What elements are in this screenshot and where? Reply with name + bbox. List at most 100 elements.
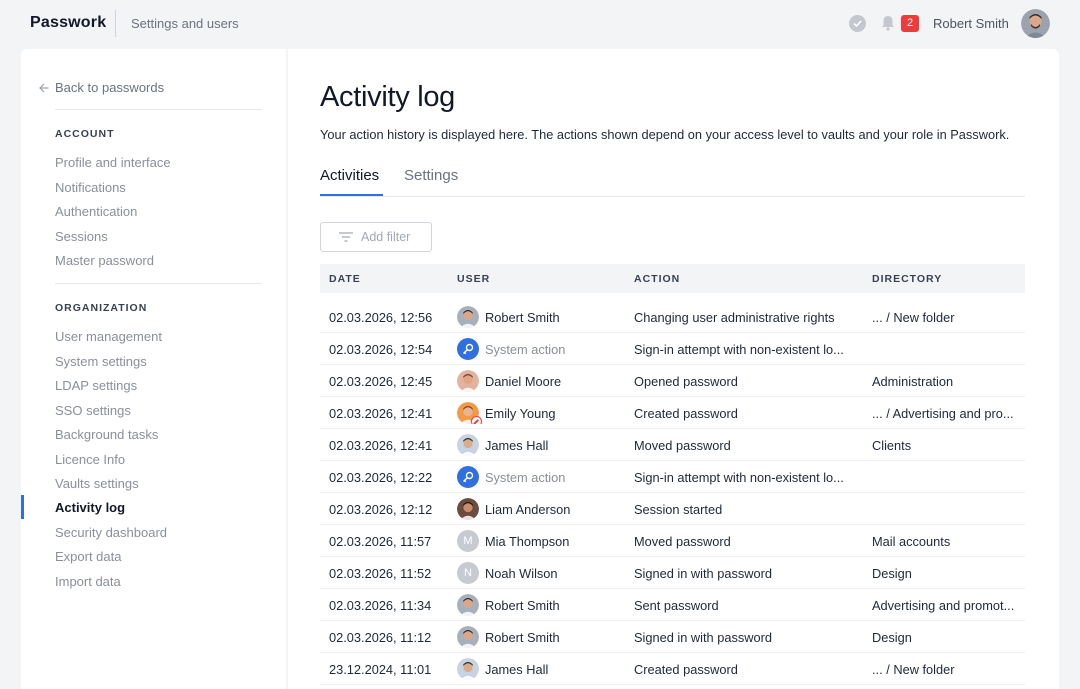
add-filter-label: Add filter [361, 230, 411, 244]
table-header: DATE USER ACTION DIRECTORY [320, 264, 1025, 293]
cell-user[interactable]: Emily Young [457, 402, 627, 424]
column-header-user[interactable]: USER [457, 273, 490, 285]
avatar [457, 306, 479, 328]
cell-user[interactable]: System action [457, 338, 627, 360]
sidebar-divider [55, 283, 262, 284]
user-name: Robert Smith [485, 629, 560, 645]
sidebar-item-authentication[interactable]: Authentication [55, 204, 137, 219]
tab-settings[interactable]: Settings [404, 167, 458, 184]
cell-date: 02.03.2026, 12:45 [329, 374, 433, 389]
back-link-label: Back to passwords [55, 80, 165, 95]
table-row[interactable]: 02.03.2026, 11:52 N Noah Wilson Signed in w… [320, 557, 1025, 589]
account-heading: ACCOUNT [55, 128, 115, 140]
page-description: Your action history is displayed here. T… [320, 127, 1010, 142]
column-header-action[interactable]: ACTION [634, 273, 680, 285]
cell-user[interactable]: Liam Anderson [457, 498, 627, 520]
filter-icon [339, 232, 353, 242]
cell-date: 02.03.2026, 11:12 [329, 630, 432, 645]
sidebar-item-notifications[interactable]: Notifications [55, 180, 126, 195]
table-row[interactable]: 02.03.2026, 12:54 System action Sign-in at… [320, 333, 1025, 365]
cell-user[interactable]: James Hall [457, 434, 627, 456]
cell-user[interactable]: James Hall [457, 658, 627, 680]
bell-icon[interactable] [879, 14, 897, 32]
cell-user[interactable]: System action [457, 466, 627, 488]
sidebar-item-ldap-settings[interactable]: LDAP settings [55, 378, 137, 393]
avatar [457, 370, 479, 392]
cell-user[interactable]: Daniel Moore [457, 370, 627, 392]
sidebar-item-sessions[interactable]: Sessions [55, 229, 108, 244]
avatar-initial: N [457, 562, 479, 584]
avatar [457, 626, 479, 648]
sidebar-item-licence-info[interactable]: Licence Info [55, 452, 125, 467]
sidebar-item-master-password[interactable]: Master password [55, 253, 154, 268]
column-header-directory[interactable]: DIRECTORY [872, 273, 942, 285]
table-row[interactable]: 02.03.2026, 11:12 Robert Smith Signed in w… [320, 621, 1025, 653]
user-avatar-wrapper [457, 626, 479, 648]
cell-user[interactable]: N Noah Wilson [457, 562, 627, 584]
current-user-name[interactable]: Robert Smith [933, 16, 1009, 31]
table-row[interactable]: 02.03.2026, 12:22 System action Sign-in at… [320, 461, 1025, 493]
user-name: Robert Smith [485, 597, 560, 613]
cell-date: 02.03.2026, 12:56 [329, 310, 433, 325]
table-row[interactable]: 02.03.2026, 12:45 Daniel Moore Opened pass… [320, 365, 1025, 397]
user-avatar[interactable] [1021, 9, 1050, 38]
user-avatar-wrapper: M [457, 530, 479, 552]
column-header-date[interactable]: DATE [329, 273, 361, 285]
sidebar-item-security-dashboard[interactable]: Security dashboard [55, 525, 167, 540]
active-tab-underline [320, 194, 383, 196]
user-name: Robert Smith [485, 309, 560, 325]
table-row[interactable]: 23.12.2024, 11:01 James Hall Created passw… [320, 653, 1025, 685]
sidebar-item-activity-log[interactable]: Activity log [55, 500, 125, 515]
user-name: Liam Anderson [485, 501, 571, 517]
table-row[interactable]: 02.03.2026, 12:12 Liam Anderson Session st… [320, 493, 1025, 525]
sidebar-item-user-management[interactable]: User management [55, 329, 162, 344]
sidebar-item-import-data[interactable]: Import data [55, 574, 121, 589]
table-row[interactable]: 02.03.2026, 11:57 M Mia Thompson Moved pass… [320, 525, 1025, 557]
sidebar-item-export-data[interactable]: Export data [55, 549, 122, 564]
cell-user[interactable]: M Mia Thompson [457, 530, 627, 552]
table-row[interactable]: 02.03.2026, 12:41 James Hall Moved passwor… [320, 429, 1025, 461]
user-avatar-wrapper [457, 466, 479, 488]
table-row[interactable]: 02.03.2026, 12:41 Emily Young Created pass… [320, 397, 1025, 429]
sidebar-item-system-settings[interactable]: System settings [55, 354, 147, 369]
sidebar-item-sso-settings[interactable]: SSO settings [55, 403, 131, 418]
user-avatar-wrapper [457, 594, 479, 616]
back-to-passwords-link[interactable]: Back to passwords [39, 80, 164, 95]
user-name: Mia Thompson [485, 533, 570, 549]
cell-date: 02.03.2026, 11:52 [329, 566, 432, 581]
cell-user[interactable]: Robert Smith [457, 594, 627, 616]
cell-directory: ... / Advertising and pro... [872, 406, 1014, 421]
cell-directory: ... / New folder [872, 310, 955, 325]
cell-user[interactable]: Robert Smith [457, 626, 627, 648]
cell-date: 02.03.2026, 12:54 [329, 342, 433, 357]
notification-count-badge[interactable]: 2 [901, 15, 919, 32]
organization-heading: ORGANIZATION [55, 302, 148, 314]
tab-activities[interactable]: Activities [320, 167, 379, 184]
cell-directory: Advertising and promot... [872, 598, 1015, 613]
table-row[interactable]: 02.03.2026, 11:34 Robert Smith Sent passwo… [320, 589, 1025, 621]
brand-logo[interactable]: Passwork [30, 14, 106, 32]
cell-directory: Administration [872, 374, 954, 389]
cell-date: 02.03.2026, 12:22 [329, 470, 433, 485]
user-name: Emily Young [485, 405, 556, 421]
avatar [457, 434, 479, 456]
sidebar-item-background-tasks[interactable]: Background tasks [55, 427, 158, 442]
sidebar-item-profile[interactable]: Profile and interface [55, 155, 171, 170]
avatar [457, 658, 479, 680]
sidebar-item-vaults-settings[interactable]: Vaults settings [55, 476, 139, 491]
header-divider [115, 10, 116, 37]
cell-action: Signed in with password [634, 630, 772, 645]
cell-user[interactable]: Robert Smith [457, 306, 627, 328]
user-avatar-wrapper [457, 338, 479, 360]
user-avatar-wrapper [457, 402, 482, 424]
breadcrumb: Settings and users [131, 16, 239, 31]
user-name: Noah Wilson [485, 565, 558, 581]
user-avatar-wrapper [457, 498, 479, 520]
check-icon[interactable] [849, 15, 866, 32]
tab-bar: Activities Settings [320, 167, 1025, 197]
cell-directory: ... / New folder [872, 662, 955, 677]
table-row[interactable]: 02.03.2026, 12:56 Robert Smith Changing us… [320, 301, 1025, 333]
cell-date: 02.03.2026, 11:34 [329, 598, 432, 613]
cell-action: Moved password [634, 534, 731, 549]
add-filter-button[interactable]: Add filter [320, 222, 432, 252]
